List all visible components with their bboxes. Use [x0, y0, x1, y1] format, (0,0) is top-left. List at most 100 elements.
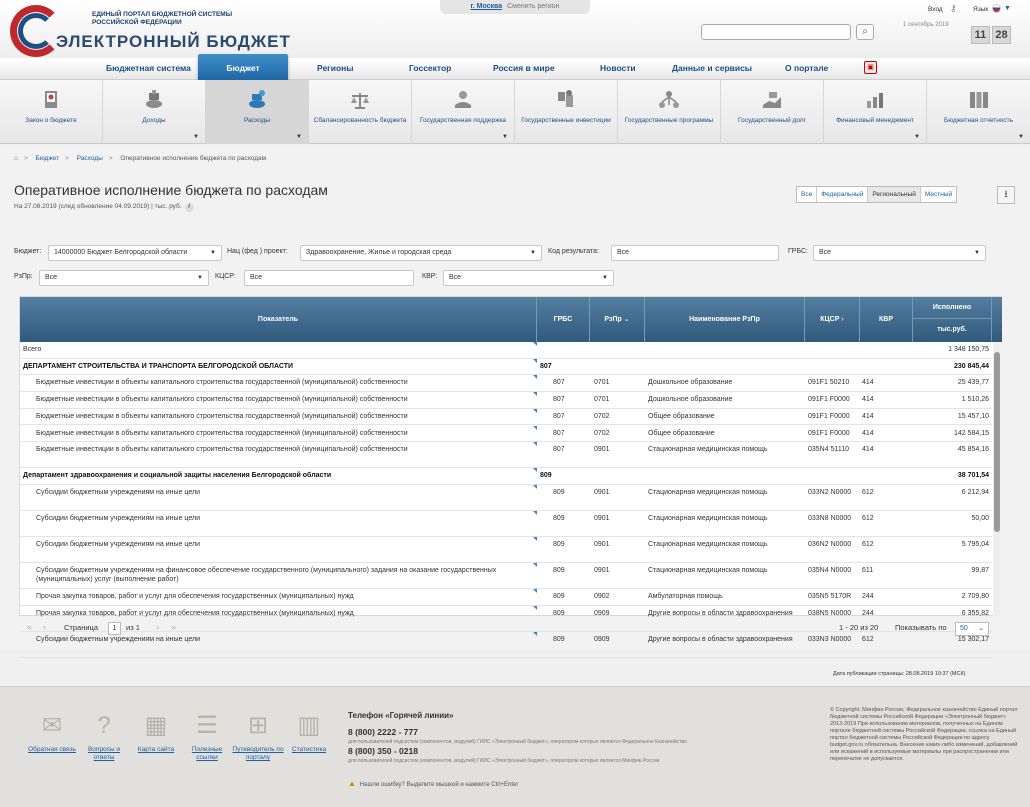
table-row[interactable]: ДЕПАРТАМЕНТ СТРОИТЕЛЬСТВА И ТРАНСПОРТА Б…	[20, 358, 992, 376]
subnav-investment[interactable]: Государственные инвестиции	[515, 80, 618, 144]
subnav-programs[interactable]: Государственные программы	[618, 80, 721, 144]
scrollbar-thumb[interactable]	[994, 352, 1000, 532]
nav-data-services[interactable]: Данные и сервисы	[672, 63, 752, 73]
comment-marker-icon[interactable]	[533, 442, 537, 447]
envelope-icon[interactable]: ✉	[37, 711, 67, 741]
table-scrollbar[interactable]	[993, 342, 1001, 616]
hotline-phone-2[interactable]: 8 (800) 350 - 0218	[348, 746, 418, 756]
search-input[interactable]	[701, 24, 851, 40]
level-tab-regional[interactable]: Региональный	[868, 187, 921, 202]
table-row[interactable]: Субсидии бюджетным учреждениям на иные ц…	[20, 536, 992, 563]
budget-filter-select[interactable]: 14000000 Бюджет Белгородской области ▼	[48, 245, 222, 261]
column-header-rzpr-name[interactable]: Наименование РзПр	[645, 297, 805, 342]
question-icon[interactable]: ?	[89, 711, 119, 741]
dropdown-arrow-icon[interactable]: ▼	[296, 134, 302, 140]
footer-link-useful-links[interactable]: Полезные ссылки	[186, 746, 228, 762]
chevron-down-icon[interactable]: ▼	[1004, 5, 1011, 12]
subnav-expenses[interactable]: Расходы ▼	[206, 80, 309, 144]
comment-marker-icon[interactable]	[533, 425, 537, 430]
subnav-support[interactable]: Государственная поддержка ▼	[412, 80, 515, 144]
footer-link-faq[interactable]: Вопросы и ответы	[82, 746, 126, 762]
nav-russia-in-world[interactable]: Россия в мире	[493, 63, 555, 73]
table-row[interactable]: Бюджетные инвестиции в объекты капитальн…	[20, 442, 992, 469]
comment-marker-icon[interactable]	[533, 484, 537, 489]
comment-marker-icon[interactable]	[533, 392, 537, 397]
kvr-filter-select[interactable]: Все ▼	[443, 270, 614, 286]
dropdown-arrow-icon[interactable]: ▼	[914, 134, 920, 140]
comment-marker-icon[interactable]	[533, 375, 537, 380]
table-row[interactable]: Субсидии бюджетным учреждениям на иные ц…	[20, 484, 992, 511]
level-tab-all[interactable]: Все	[797, 187, 818, 202]
nav-budget[interactable]: Бюджет	[198, 54, 288, 82]
table-row[interactable]: Бюджетные инвестиции в объекты капитальн…	[20, 392, 992, 409]
comment-marker-icon[interactable]	[533, 588, 537, 593]
table-row[interactable]: Прочая закупка товаров, работ и услуг дл…	[20, 588, 992, 606]
subnav-finance-management[interactable]: Финансовый менеджмент ▼	[824, 80, 927, 144]
download-button[interactable]: ⭳	[997, 186, 1015, 204]
nav-public-sector[interactable]: Госсектор	[409, 63, 451, 73]
breadcrumb-expenses[interactable]: Расходы	[77, 155, 103, 162]
footer-link-feedback[interactable]: Обратная связь	[22, 746, 82, 754]
comment-marker-icon[interactable]	[533, 358, 537, 363]
subnav-balance[interactable]: Сбалансированность бюджета	[309, 80, 412, 144]
nav-about[interactable]: О портале	[785, 63, 828, 73]
table-row[interactable]: Субсидии бюджетным учреждениям на иные ц…	[20, 510, 992, 537]
nav-news[interactable]: Новости	[600, 63, 636, 73]
level-tab-federal[interactable]: Федеральный	[817, 187, 869, 202]
first-page-icon[interactable]: «	[27, 622, 32, 632]
comment-marker-icon[interactable]	[533, 342, 537, 346]
dropdown-arrow-icon[interactable]: ▼	[1018, 134, 1024, 140]
lock-icon[interactable]: ▣	[864, 61, 877, 74]
subnav-law[interactable]: Закон о бюджете	[0, 80, 103, 144]
table-row[interactable]: Департамент здравоохранения и социальной…	[20, 468, 992, 485]
column-header-indicator[interactable]: Показатель	[20, 297, 537, 342]
table-row[interactable]: Бюджетные инвестиции в объекты капитальн…	[20, 408, 992, 426]
footer-link-guide[interactable]: Путеводитель по порталу	[231, 746, 285, 762]
comment-marker-icon[interactable]	[533, 536, 537, 541]
russian-flag-icon[interactable]	[992, 4, 1001, 13]
statistics-icon[interactable]: ▥	[294, 711, 324, 741]
comment-marker-icon[interactable]	[533, 408, 537, 413]
page-size-select[interactable]: 50 ⌄	[955, 622, 989, 636]
table-row[interactable]: Бюджетные инвестиции в объекты капитальн…	[20, 375, 992, 393]
key-icon[interactable]: ⚷	[950, 3, 957, 14]
portal-title[interactable]: ЭЛЕКТРОННЫЙ БЮДЖЕТ	[56, 32, 291, 52]
project-filter-select[interactable]: Здравоохранение, Жилье и городская среда…	[300, 245, 542, 261]
table-row[interactable]: Бюджетные инвестиции в объекты капитальн…	[20, 425, 992, 443]
chevron-right-icon[interactable]: ›	[841, 316, 843, 323]
table-row[interactable]: Субсидии бюджетным учреждениям на финанс…	[20, 562, 992, 589]
result-code-input[interactable]: Все	[611, 245, 779, 261]
login-link[interactable]: Вход	[928, 6, 943, 13]
comment-marker-icon[interactable]	[533, 510, 537, 515]
region-city-link[interactable]: г. Москва	[471, 3, 503, 10]
table-row[interactable]: Всего 1 348 150,75	[20, 342, 992, 359]
footer-link-statistics[interactable]: Статистика	[287, 746, 331, 754]
chevron-down-icon[interactable]: ⌄	[624, 316, 630, 323]
next-page-icon[interactable]: ›	[156, 622, 159, 632]
subnav-debt[interactable]: Государственный долг	[721, 80, 824, 144]
rzpr-filter-select[interactable]: Все ▼	[39, 270, 209, 286]
kcsr-filter-input[interactable]: Все	[244, 270, 414, 286]
hotline-phone-1[interactable]: 8 (800) 2222 - 777	[348, 727, 418, 737]
column-header-grbs[interactable]: ГРБС	[537, 297, 590, 342]
subnav-reporting[interactable]: Бюджетная отчетность ▼	[927, 80, 1030, 144]
search-button[interactable]: ⌕	[856, 24, 874, 40]
comment-marker-icon[interactable]	[533, 605, 537, 610]
nav-regions[interactable]: Регионы	[317, 63, 354, 73]
column-header-kvr[interactable]: КВР	[860, 297, 913, 342]
last-page-icon[interactable]: »	[171, 622, 176, 632]
map-icon[interactable]: ▦	[141, 711, 171, 741]
home-icon[interactable]: ⌂	[14, 155, 18, 162]
guide-icon[interactable]: ⊞	[243, 711, 273, 741]
column-header-executed[interactable]: Исполнено	[913, 297, 992, 319]
dropdown-arrow-icon[interactable]: ▼	[502, 134, 508, 140]
nav-budget-system[interactable]: Бюджетная система	[106, 63, 191, 73]
breadcrumb-budget[interactable]: Бюджет	[36, 155, 60, 162]
subnav-income[interactable]: Доходы ▼	[103, 80, 206, 144]
column-header-rzpr[interactable]: РзПр ⌄	[590, 297, 645, 342]
language-link[interactable]: Язык	[973, 6, 988, 13]
comment-marker-icon[interactable]	[533, 468, 537, 473]
comment-marker-icon[interactable]	[533, 562, 537, 567]
grbs-filter-select[interactable]: Все ▼	[813, 245, 986, 261]
column-header-kcsr[interactable]: КЦСР ›	[805, 297, 860, 342]
